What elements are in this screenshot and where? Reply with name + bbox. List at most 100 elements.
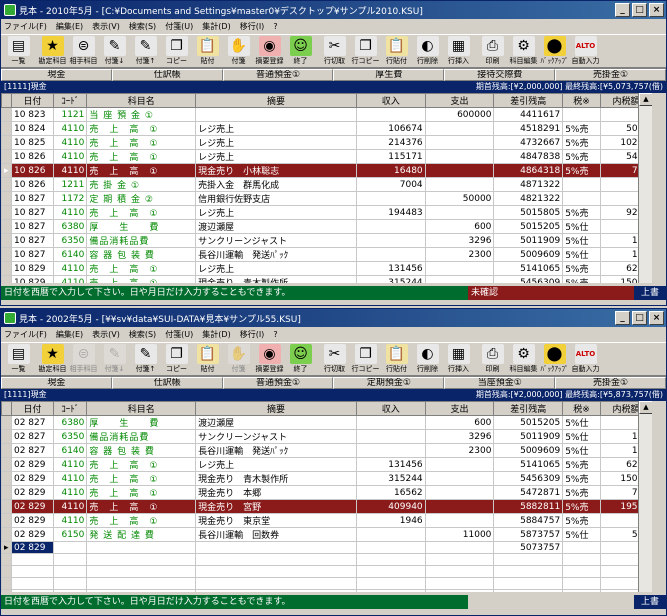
ledger-grid[interactable]: 日付 ｺｰﾄﾞ 科目名 摘要 収入 支出 差引残高 税※ 内税額 10 823 1121 当 座 預 … (1, 93, 666, 283)
cell-bal[interactable]: 5873757 (493, 527, 564, 542)
cell-code[interactable]: 4110 (53, 149, 88, 164)
cell-inc[interactable] (355, 553, 426, 566)
cell-tax[interactable]: 5%売 (562, 121, 601, 136)
toolbar-button-1[interactable]: ★ 勘定科目 (37, 35, 68, 68)
table-row[interactable] (1, 565, 652, 578)
cell-date[interactable]: 10 827 (10, 233, 55, 248)
cell-inc[interactable]: 409940 (355, 499, 426, 514)
table-row[interactable] (1, 553, 652, 566)
column-header-out[interactable]: 支出 (424, 401, 495, 416)
table-row[interactable]: 10 8276380厚 生 費渡辺瀬屋60050152055%仕28 (1, 219, 652, 234)
cell-code[interactable]: 1121 (53, 107, 88, 122)
table-row[interactable]: 10 8231121当 座 預 金 ①60000044116170 (1, 107, 652, 122)
cell-code[interactable]: 4110 (53, 485, 88, 500)
cell-tax[interactable] (562, 107, 601, 122)
toolbar-button-2[interactable]: ⊜ 相手科目 (68, 35, 99, 68)
cell-tax[interactable]: 5%売 (562, 485, 601, 500)
cell-date[interactable]: 10 827 (10, 205, 55, 220)
toolbar-button-6[interactable]: 📋 貼付 (192, 343, 223, 376)
menu-item-2[interactable]: 表示(V) (92, 329, 120, 340)
toolbar-button-13[interactable]: ◐ 行削除 (412, 343, 443, 376)
cell-out[interactable] (424, 457, 495, 472)
column-header-code[interactable]: ｺｰﾄﾞ (53, 401, 88, 416)
cell-desc[interactable]: 渡辺瀬屋 (195, 415, 357, 430)
menu-item-3[interactable]: 検索(S) (129, 329, 156, 340)
toolbar-button-0[interactable]: ▤ 一覧 (3, 35, 34, 68)
toolbar-button-4[interactable]: ✎ 付箋↑ (130, 343, 161, 376)
cell-desc[interactable] (195, 577, 357, 590)
cell-date[interactable]: 02 829 (10, 471, 55, 486)
cell-code[interactable]: 1211 (53, 177, 88, 192)
table-row[interactable]: 10 8244110売 上 高 ①レジ売上10667445182915%売507… (1, 121, 652, 136)
cell-out[interactable] (424, 499, 495, 514)
toolbar-button-17[interactable]: ⬤ ﾊﾞｯｸｱｯﾌﾟ (539, 343, 570, 376)
cell-acc[interactable] (86, 577, 197, 590)
cell-date[interactable] (10, 565, 55, 578)
cell-date[interactable]: 02 827 (10, 443, 55, 458)
table-row[interactable]: 10 8274110売 上 高 ①レジ売上19448350158055%売926… (1, 205, 652, 220)
cell-code[interactable]: 4110 (53, 261, 88, 276)
cell-bal[interactable]: 5884757 (493, 513, 564, 528)
maximize-button[interactable]: □ (632, 311, 647, 325)
cell-bal[interactable]: 5009609 (493, 443, 564, 458)
cell-acc[interactable]: 定 期 積 金 ② (86, 191, 197, 206)
cell-bal[interactable]: 4411617 (493, 107, 564, 122)
cell-desc[interactable]: 現金売り 小林聡志 (195, 163, 357, 178)
cell-out[interactable]: 3296 (424, 429, 495, 444)
vertical-scrollbar[interactable]: ▲ (638, 93, 652, 283)
cell-out[interactable] (424, 261, 495, 276)
cell-out[interactable] (424, 121, 495, 136)
cell-tax[interactable]: 5%売 (562, 149, 601, 164)
menu-item-6[interactable]: 移行(I) (240, 21, 265, 32)
table-row[interactable]: 10 8264110売 上 高 ①レジ売上11517148478385%売548… (1, 149, 652, 164)
close-button[interactable]: × (649, 311, 664, 325)
menu-item-7[interactable]: ? (273, 330, 277, 339)
cell-date[interactable]: 10 827 (10, 191, 55, 206)
cell-date[interactable] (10, 553, 55, 566)
cell-code[interactable]: 6350 (53, 233, 88, 248)
toolbar-button-7[interactable]: ✋ 付箋 (223, 343, 254, 376)
table-row[interactable] (1, 589, 652, 592)
cell-tax[interactable]: 5%売 (562, 205, 601, 220)
cell-code[interactable]: 4110 (53, 275, 88, 283)
cell-out[interactable]: 3296 (424, 233, 495, 248)
toolbar-button-18[interactable]: ALTO 自動入力 (570, 35, 601, 68)
menu-item-6[interactable]: 移行(I) (240, 329, 265, 340)
cell-date[interactable]: 02 827 (10, 429, 55, 444)
cell-desc[interactable]: サンクリーンジャスト (195, 429, 357, 444)
cell-desc[interactable] (195, 107, 357, 122)
cell-date[interactable]: 02 827 (10, 415, 55, 430)
toolbar-button-13[interactable]: ◐ 行削除 (412, 35, 443, 68)
cell-inc[interactable] (355, 541, 426, 554)
toolbar-button-8[interactable]: ◉ 摘要登録 (254, 343, 285, 376)
cell-inc[interactable] (355, 247, 426, 262)
cell-bal[interactable]: 4518291 (493, 121, 564, 136)
cell-date[interactable]: 10 826 (10, 149, 55, 164)
cell-inc[interactable] (355, 107, 426, 122)
cell-desc[interactable]: レジ売上 (195, 205, 357, 220)
cell-code[interactable]: 4110 (53, 135, 88, 150)
account-tab-5[interactable]: 売掛金① (555, 377, 666, 389)
column-header-bal[interactable]: 差引残高 (493, 93, 564, 108)
table-row[interactable]: 02 829 6150 発 送 配 達 費長谷川運輸 回数券 11000 5873757… (1, 527, 652, 542)
column-header-tax[interactable]: 税※ (562, 93, 601, 108)
table-row[interactable]: 10 825 4110 売 上 高 ① レジ売上 214376 4732667 5%売 102… (1, 135, 652, 150)
cell-out[interactable]: 600000 (424, 107, 495, 122)
cell-bal[interactable] (493, 565, 564, 578)
cell-acc[interactable]: 売 上 高 ① (86, 149, 197, 164)
column-header-acc[interactable]: 科目名 (86, 93, 197, 108)
cell-tax[interactable] (562, 589, 601, 592)
cell-bal[interactable]: 4847838 (493, 149, 564, 164)
cell-code[interactable]: 4110 (53, 513, 88, 528)
cell-code[interactable] (53, 577, 88, 590)
cell-code[interactable]: 6380 (53, 415, 88, 430)
toolbar-button-2[interactable]: ⊜ 相手科目 (68, 343, 99, 376)
cell-desc[interactable]: サンクリーンジャスト (195, 233, 357, 248)
cell-out[interactable] (424, 485, 495, 500)
title-bar[interactable]: 見本 - 2002年5月 - [¥¥sv¥data¥SUI-DATA¥見本¥サン… (1, 309, 666, 327)
cell-bal[interactable]: 5015205 (493, 415, 564, 430)
toolbar-button-3[interactable]: ✎ 付箋↓ (99, 35, 130, 68)
cell-code[interactable] (53, 541, 88, 554)
cell-acc[interactable]: 売 上 高 ① (86, 485, 197, 500)
cell-bal[interactable]: 4864318 (493, 163, 564, 178)
